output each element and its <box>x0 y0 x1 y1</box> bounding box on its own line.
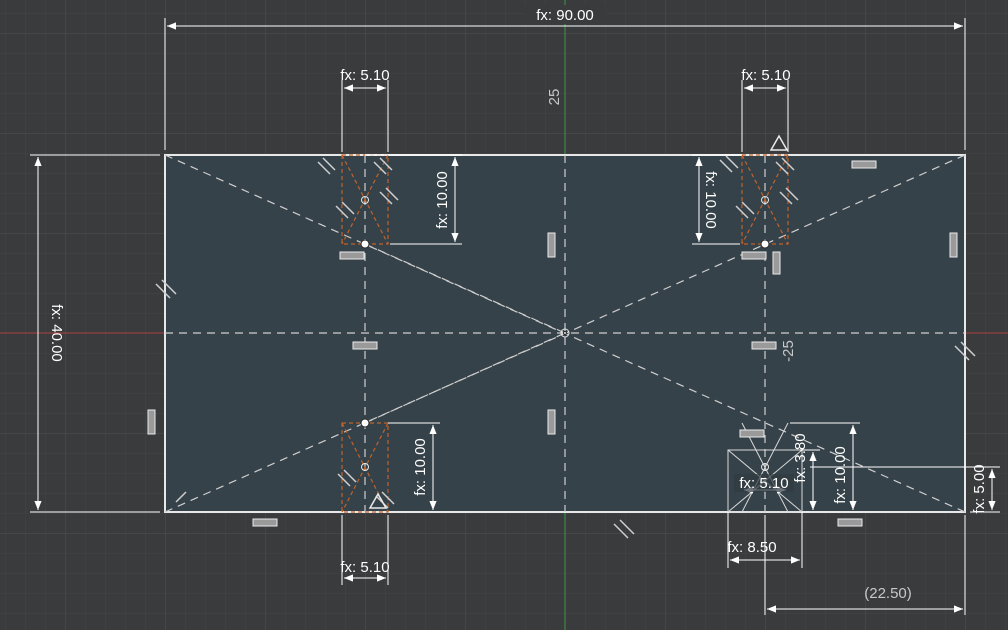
dim-slot-bottom-right-height[interactable]: fx: 10.00 <box>832 446 849 504</box>
dim-slot-top-left-height[interactable]: fx: 10.00 <box>434 171 451 229</box>
dim-slot-top-right-height[interactable]: fx: 10.00 <box>702 171 719 229</box>
sketch-canvas[interactable]: fx: 90.00 fx: 40.00 fx: 5.10 fx: 5.10 fx… <box>0 0 1008 630</box>
reference-dim-22-50[interactable]: (22.50) <box>864 585 912 602</box>
dim-slot-top-left-width[interactable]: fx: 5.10 <box>340 67 389 84</box>
offset-minus-25-label[interactable]: -25 <box>780 340 797 362</box>
dim-slot-bottom-left-width[interactable]: fx: 5.10 <box>340 559 389 576</box>
dim-slot-bottom-right-width[interactable]: fx: 5.10 <box>739 475 788 492</box>
dim-slot-top-right-width[interactable]: fx: 5.10 <box>741 67 790 84</box>
dim-8-50[interactable]: fx: 8.50 <box>727 539 776 556</box>
dim-height-40[interactable]: fx: 40.00 <box>48 304 65 362</box>
dim-5-00[interactable]: fx: 5.00 <box>971 464 988 513</box>
dim-slot-bottom-left-height[interactable]: fx: 10.00 <box>412 438 429 496</box>
dim-width-90[interactable]: fx: 90.00 <box>536 7 594 24</box>
dim-3-80[interactable]: fx: 3.80 <box>792 433 809 482</box>
offset-25-label[interactable]: 25 <box>546 89 563 106</box>
sketch-viewport[interactable]: fx: 90.00 fx: 40.00 fx: 5.10 fx: 5.10 fx… <box>0 0 1008 630</box>
